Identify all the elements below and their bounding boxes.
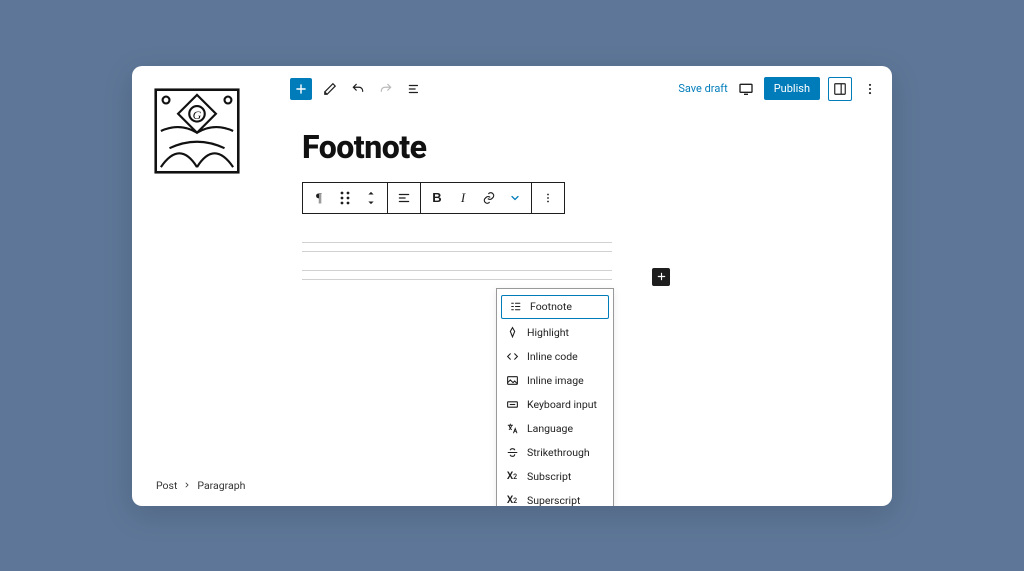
chevron-right-icon bbox=[183, 481, 191, 489]
subscript-icon: X2 bbox=[505, 470, 519, 484]
rich-text-dropdown: Footnote Highlight Inline code Inline im… bbox=[496, 288, 614, 506]
redo-button[interactable] bbox=[376, 79, 396, 99]
settings-panel-toggle[interactable] bbox=[828, 77, 852, 101]
italic-button[interactable]: I bbox=[453, 188, 473, 208]
undo-button[interactable] bbox=[348, 79, 368, 99]
dropdown-item-footnote[interactable]: Footnote bbox=[501, 295, 609, 319]
breadcrumb: Post Paragraph bbox=[156, 479, 245, 492]
dropdown-item-label: Language bbox=[527, 422, 573, 435]
bold-button[interactable]: B bbox=[427, 188, 447, 208]
editor-content: Footnote ¶ B I bbox=[302, 128, 842, 288]
dropdown-item-superscript[interactable]: X2 Superscript bbox=[497, 489, 613, 506]
page-title[interactable]: Footnote bbox=[302, 128, 842, 166]
dropdown-item-subscript[interactable]: X2 Subscript bbox=[497, 465, 613, 489]
drag-handle-icon[interactable] bbox=[335, 188, 355, 208]
breadcrumb-current[interactable]: Paragraph bbox=[197, 479, 245, 492]
preview-button[interactable] bbox=[736, 79, 756, 99]
dropdown-item-keyboard-input[interactable]: Keyboard input bbox=[497, 393, 613, 417]
breadcrumb-root[interactable]: Post bbox=[156, 479, 177, 492]
link-button[interactable] bbox=[479, 188, 499, 208]
add-block-inline-button[interactable] bbox=[652, 268, 670, 286]
move-block-icon[interactable] bbox=[361, 188, 381, 208]
superscript-icon: X2 bbox=[505, 494, 519, 506]
align-button[interactable] bbox=[394, 188, 414, 208]
add-block-button[interactable] bbox=[290, 78, 312, 100]
document-overview-button[interactable] bbox=[404, 79, 424, 99]
dropdown-item-language[interactable]: Language bbox=[497, 417, 613, 441]
dropdown-item-inline-code[interactable]: Inline code bbox=[497, 345, 613, 369]
dropdown-item-label: Highlight bbox=[527, 326, 569, 339]
keyboard-icon bbox=[505, 398, 519, 412]
dropdown-item-label: Keyboard input bbox=[527, 398, 597, 411]
highlight-icon bbox=[505, 326, 519, 340]
footnote-icon bbox=[508, 300, 522, 314]
dropdown-item-label: Subscript bbox=[527, 470, 571, 483]
dropdown-item-strikethrough[interactable]: Strikethrough bbox=[497, 441, 613, 465]
editor-window: G Save draft Publish bbox=[132, 66, 892, 506]
dropdown-item-label: Superscript bbox=[527, 494, 580, 506]
dropdown-item-label: Footnote bbox=[530, 300, 572, 313]
code-icon bbox=[505, 350, 519, 364]
save-draft-button[interactable]: Save draft bbox=[678, 82, 727, 95]
block-options-button[interactable] bbox=[538, 188, 558, 208]
strikethrough-icon bbox=[505, 446, 519, 460]
options-menu-button[interactable] bbox=[860, 79, 880, 99]
dropdown-item-label: Strikethrough bbox=[527, 446, 590, 459]
language-icon bbox=[505, 422, 519, 436]
publish-button[interactable]: Publish bbox=[764, 77, 820, 100]
image-icon bbox=[505, 374, 519, 388]
svg-text:G: G bbox=[193, 107, 202, 121]
dropdown-item-highlight[interactable]: Highlight bbox=[497, 321, 613, 345]
top-toolbar: Save draft Publish bbox=[132, 66, 892, 110]
block-toolbar: ¶ B I bbox=[302, 182, 565, 214]
dropdown-item-label: Inline image bbox=[527, 374, 584, 387]
edit-mode-icon[interactable] bbox=[320, 79, 340, 99]
paragraph-placeholder[interactable] bbox=[302, 242, 612, 280]
dropdown-item-label: Inline code bbox=[527, 350, 578, 363]
dropdown-item-inline-image[interactable]: Inline image bbox=[497, 369, 613, 393]
paragraph-block-icon[interactable]: ¶ bbox=[309, 188, 329, 208]
more-rich-text-button[interactable] bbox=[505, 188, 525, 208]
